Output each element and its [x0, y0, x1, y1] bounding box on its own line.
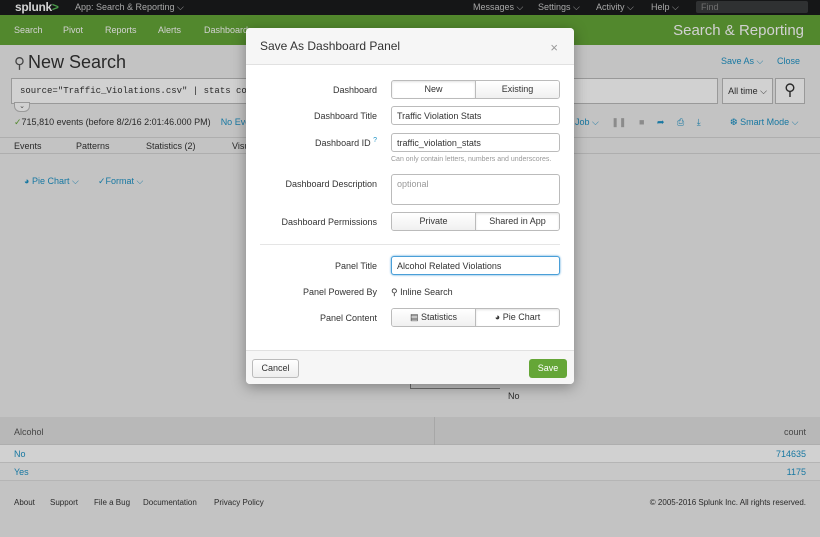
- panel-title-label: Panel Title: [334, 261, 377, 271]
- table-icon: ▤: [409, 312, 419, 322]
- content-statistics-option[interactable]: ▤ Statistics: [392, 309, 475, 326]
- dashboard-id-label: Dashboard ID ?: [315, 137, 377, 148]
- cancel-button[interactable]: Cancel: [252, 359, 299, 378]
- dashboard-title-input[interactable]: Traffic Violation Stats: [391, 106, 560, 125]
- panel-title-input[interactable]: Alcohol Related Violations: [391, 256, 560, 275]
- description-label: Dashboard Description: [285, 179, 377, 189]
- dashboard-title-label: Dashboard Title: [313, 111, 377, 121]
- permissions-label: Dashboard Permissions: [281, 217, 377, 227]
- save-button[interactable]: Save: [529, 359, 567, 378]
- pie-chart-icon: ◕: [494, 312, 501, 322]
- permissions-private-option[interactable]: Private: [392, 213, 475, 230]
- dashboard-existing-option[interactable]: Existing: [475, 81, 559, 98]
- dashboard-new-option[interactable]: New: [392, 81, 475, 98]
- search-icon: ⚲: [391, 287, 398, 297]
- section-divider: [260, 244, 560, 245]
- permissions-toggle: Private Shared in App: [391, 212, 560, 231]
- powered-by-label: Panel Powered By: [302, 287, 377, 297]
- close-icon[interactable]: ×: [550, 40, 558, 55]
- dashboard-toggle: New Existing: [391, 80, 560, 99]
- dashboard-label: Dashboard: [332, 85, 377, 95]
- dialog-header: Save As Dashboard Panel ×: [246, 28, 574, 65]
- dashboard-id-help: Can only contain letters, numbers and un…: [391, 156, 552, 163]
- help-icon[interactable]: ?: [373, 137, 377, 144]
- dashboard-id-input[interactable]: traffic_violation_stats: [391, 133, 560, 152]
- save-dashboard-panel-dialog: Save As Dashboard Panel × Dashboard New …: [246, 28, 574, 384]
- permissions-shared-option[interactable]: Shared in App: [475, 213, 559, 230]
- panel-content-label: Panel Content: [319, 313, 377, 323]
- description-textarea[interactable]: optional: [391, 174, 560, 205]
- panel-content-toggle: ▤ Statistics ◕ Pie Chart: [391, 308, 560, 327]
- powered-by-value: ⚲ Inline Search: [391, 287, 453, 297]
- content-pie-chart-option[interactable]: ◕ Pie Chart: [475, 309, 559, 326]
- dialog-footer: Cancel Save: [246, 350, 574, 384]
- dialog-title: Save As Dashboard Panel: [260, 39, 401, 53]
